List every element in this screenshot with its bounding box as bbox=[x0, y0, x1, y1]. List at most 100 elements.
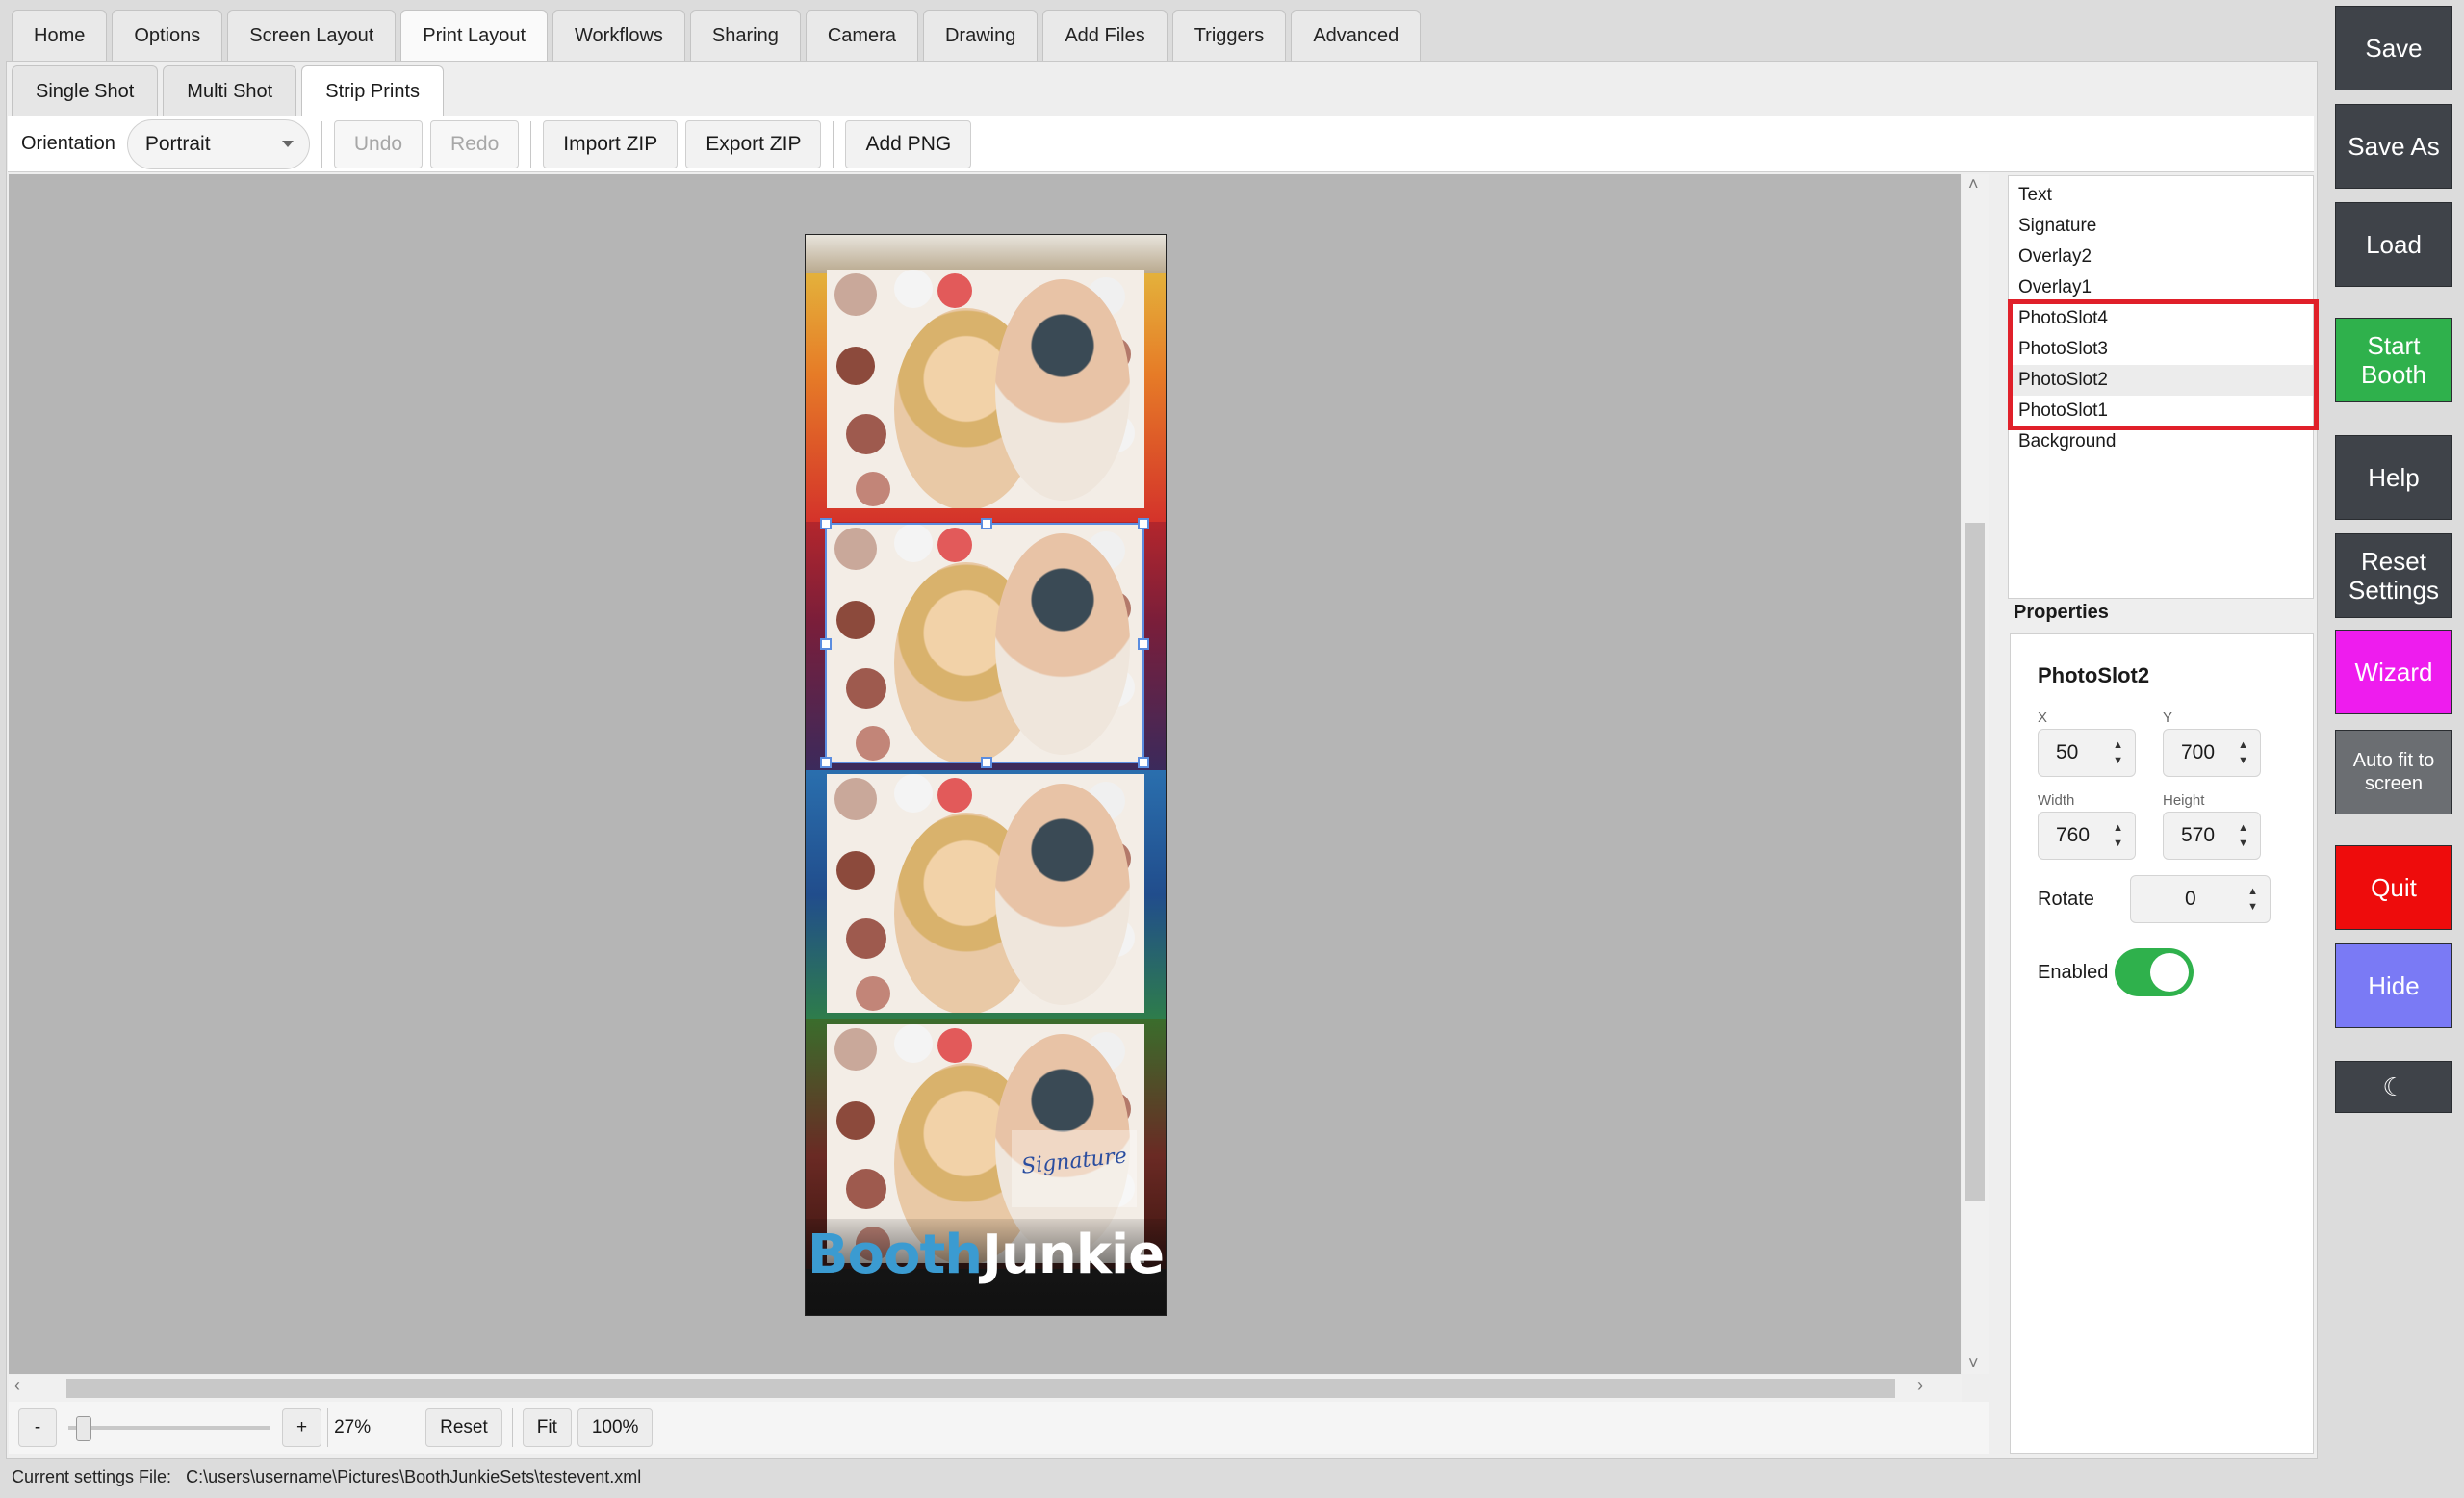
sub-tab-bar: Single Shot Multi Shot Strip Prints bbox=[12, 65, 445, 116]
status-bar: Current settings File: C:\users\username… bbox=[12, 1467, 641, 1487]
width-field[interactable]: 760 ▲ ▼ bbox=[2038, 812, 2136, 860]
width-label: Width bbox=[2038, 792, 2075, 809]
night-mode-button[interactable]: ☾ bbox=[2335, 1061, 2452, 1113]
layer-item-signature[interactable]: Signature bbox=[2009, 211, 2313, 242]
zoom-reset-button[interactable]: Reset bbox=[425, 1408, 502, 1447]
stepper-arrows-icon[interactable]: ▲ ▼ bbox=[2247, 884, 2258, 915]
pattern-dot bbox=[836, 851, 875, 890]
photo-strip-preview[interactable]: Signature BoothJunkie bbox=[805, 234, 1167, 1316]
zoom-in-button[interactable]: + bbox=[282, 1408, 322, 1447]
subtab-multi-shot[interactable]: Multi Shot bbox=[163, 65, 297, 116]
resize-handle[interactable] bbox=[820, 757, 832, 768]
add-png-button[interactable]: Add PNG bbox=[845, 119, 972, 168]
wizard-button[interactable]: Wizard bbox=[2335, 630, 2452, 714]
height-field[interactable]: 570 ▲ ▼ bbox=[2163, 812, 2261, 860]
scroll-thumb[interactable] bbox=[66, 1379, 1895, 1398]
zoom-100-button[interactable]: 100% bbox=[577, 1408, 654, 1447]
resize-handle[interactable] bbox=[981, 757, 992, 768]
undo-button[interactable]: Undo bbox=[333, 119, 424, 168]
layer-item-text[interactable]: Text bbox=[2009, 180, 2313, 211]
tab-sharing[interactable]: Sharing bbox=[689, 10, 801, 61]
pattern-dot bbox=[836, 347, 875, 385]
scroll-up-icon[interactable]: ˄ bbox=[1968, 174, 1979, 194]
save-as-button[interactable]: Save As bbox=[2335, 104, 2452, 189]
canvas-horizontal-scrollbar[interactable]: ‹ › bbox=[9, 1375, 1962, 1402]
toolbar-separator bbox=[530, 120, 532, 168]
help-button[interactable]: Help bbox=[2335, 435, 2452, 520]
layer-item-background[interactable]: Background bbox=[2009, 426, 2313, 457]
layer-item-overlay2[interactable]: Overlay2 bbox=[2009, 242, 2313, 272]
zoom-fit-button[interactable]: Fit bbox=[522, 1408, 572, 1447]
subtab-strip-prints[interactable]: Strip Prints bbox=[301, 65, 445, 116]
tab-options[interactable]: Options bbox=[112, 10, 223, 61]
properties-panel: PhotoSlot2 X 50 ▲ ▼ Y 700 ▲ ▼ Width 760 ▲ ▼… bbox=[2010, 633, 2314, 1454]
toolbar-separator bbox=[833, 120, 834, 168]
photo-slot-2[interactable] bbox=[827, 774, 1144, 1013]
tab-screen-layout[interactable]: Screen Layout bbox=[227, 10, 397, 61]
orientation-select[interactable]: Portrait bbox=[126, 118, 310, 169]
tab-camera[interactable]: Camera bbox=[805, 10, 918, 61]
save-button[interactable]: Save bbox=[2335, 6, 2452, 90]
tab-advanced[interactable]: Advanced bbox=[1291, 10, 1422, 61]
scroll-thumb[interactable] bbox=[1965, 523, 1985, 1201]
tab-workflows[interactable]: Workflows bbox=[552, 10, 685, 61]
selection-frame[interactable] bbox=[820, 518, 1149, 768]
tab-add-files[interactable]: Add Files bbox=[1042, 10, 1168, 61]
person-photo bbox=[995, 784, 1130, 1005]
resize-handle[interactable] bbox=[1138, 757, 1149, 768]
tab-triggers[interactable]: Triggers bbox=[1171, 10, 1287, 61]
layout-toolbar: Orientation Portrait Undo Redo Import ZI… bbox=[8, 116, 2314, 172]
stepper-arrows-icon[interactable]: ▲ ▼ bbox=[2113, 820, 2123, 851]
stepper-arrows-icon[interactable]: ▲ ▼ bbox=[2113, 737, 2123, 768]
tab-home[interactable]: Home bbox=[12, 10, 108, 61]
pattern-dot bbox=[937, 273, 972, 308]
tab-print-layout[interactable]: Print Layout bbox=[400, 10, 549, 61]
resize-handle[interactable] bbox=[820, 638, 832, 650]
start-booth-button[interactable]: Start Booth bbox=[2335, 318, 2452, 402]
rotate-field[interactable]: 0 ▲ ▼ bbox=[2130, 875, 2271, 923]
pattern-dot bbox=[846, 1169, 886, 1209]
zoom-out-button[interactable]: - bbox=[18, 1408, 57, 1447]
height-value: 570 bbox=[2181, 824, 2216, 846]
scroll-right-icon[interactable]: › bbox=[1917, 1376, 1923, 1396]
hide-button[interactable]: Hide bbox=[2335, 943, 2452, 1028]
export-zip-button[interactable]: Export ZIP bbox=[685, 119, 822, 168]
reset-settings-button[interactable]: Reset Settings bbox=[2335, 533, 2452, 618]
enabled-label: Enabled bbox=[2038, 962, 2109, 983]
y-label: Y bbox=[2163, 710, 2173, 726]
x-value: 50 bbox=[2056, 741, 2079, 763]
photo-slot-4[interactable] bbox=[827, 270, 1144, 508]
tab-drawing[interactable]: Drawing bbox=[922, 10, 1039, 61]
resize-handle[interactable] bbox=[1138, 638, 1149, 650]
resize-handle[interactable] bbox=[981, 518, 992, 529]
redo-button[interactable]: Redo bbox=[430, 119, 520, 168]
import-zip-button[interactable]: Import ZIP bbox=[543, 119, 679, 168]
pattern-dot bbox=[834, 778, 877, 820]
quit-button[interactable]: Quit bbox=[2335, 845, 2452, 930]
stepper-arrows-icon[interactable]: ▲ ▼ bbox=[2238, 737, 2248, 768]
slider-track bbox=[68, 1426, 270, 1430]
x-field[interactable]: 50 ▲ ▼ bbox=[2038, 729, 2136, 777]
subtab-single-shot[interactable]: Single Shot bbox=[12, 65, 159, 116]
canvas-vertical-scrollbar[interactable]: ˄ ˅ bbox=[1962, 174, 1989, 1374]
resize-handle[interactable] bbox=[1138, 518, 1149, 529]
booth-junkie-logo: BoothJunkie bbox=[807, 1224, 1165, 1286]
resize-handle[interactable] bbox=[820, 518, 832, 529]
zoom-slider[interactable] bbox=[68, 1408, 270, 1447]
main-tab-bar: Home Options Screen Layout Print Layout … bbox=[12, 10, 1422, 61]
load-button[interactable]: Load bbox=[2335, 202, 2452, 287]
y-field[interactable]: 700 ▲ ▼ bbox=[2163, 729, 2261, 777]
auto-fit-button[interactable]: Auto fit to screen bbox=[2335, 730, 2452, 814]
height-label: Height bbox=[2163, 792, 2205, 809]
enabled-toggle[interactable] bbox=[2115, 948, 2194, 996]
signature-text: Signature bbox=[1019, 1144, 1129, 1179]
scroll-down-icon[interactable]: ˅ bbox=[1968, 1354, 1979, 1374]
scroll-left-icon[interactable]: ‹ bbox=[14, 1376, 20, 1396]
settings-file-path: C:\users\username\Pictures\BoothJunkieSe… bbox=[186, 1467, 642, 1486]
stepper-arrows-icon[interactable]: ▲ ▼ bbox=[2238, 820, 2248, 851]
pattern-dot bbox=[894, 270, 933, 308]
pattern-dot bbox=[937, 778, 972, 813]
signature-overlay[interactable]: Signature bbox=[1012, 1130, 1137, 1207]
slider-thumb[interactable] bbox=[76, 1416, 91, 1441]
x-label: X bbox=[2038, 710, 2048, 726]
